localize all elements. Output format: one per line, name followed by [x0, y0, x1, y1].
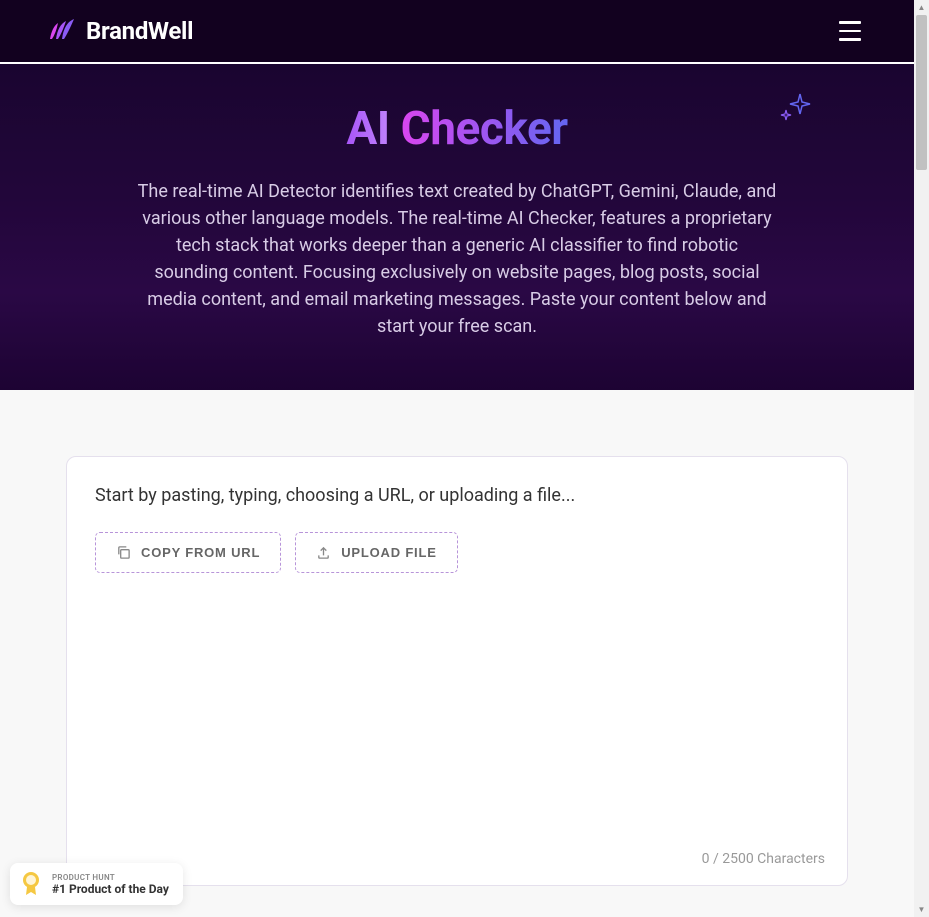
- scrollbar-thumb[interactable]: [916, 15, 927, 170]
- award-icon: [20, 871, 42, 897]
- character-count: 0 / 2500 Characters: [702, 851, 825, 867]
- logo[interactable]: BrandWell: [48, 17, 193, 45]
- badge-text: PRODUCT HUNT #1 Product of the Day: [52, 873, 169, 896]
- upload-label: UPLOAD FILE: [341, 545, 436, 560]
- badge-label: PRODUCT HUNT: [52, 873, 169, 882]
- copy-from-url-button[interactable]: COPY FROM URL: [95, 532, 281, 573]
- badge-title: #1 Product of the Day: [52, 882, 169, 896]
- title-ai: AI: [346, 102, 389, 156]
- product-hunt-badge[interactable]: PRODUCT HUNT #1 Product of the Day: [10, 863, 183, 905]
- brand-name: BrandWell: [86, 17, 193, 45]
- hamburger-menu-button[interactable]: [834, 15, 866, 47]
- input-placeholder: Start by pasting, typing, choosing a URL…: [95, 485, 819, 506]
- sparkle-icon: [778, 92, 814, 128]
- title-checker: Checker: [401, 102, 568, 156]
- hero-description: The real-time AI Detector identifies tex…: [137, 178, 777, 340]
- scroll-down-arrow[interactable]: ▼: [914, 902, 929, 917]
- main-content: Start by pasting, typing, choosing a URL…: [0, 390, 914, 886]
- upload-file-button[interactable]: UPLOAD FILE: [295, 532, 457, 573]
- header: BrandWell: [0, 0, 914, 62]
- brand-logo-icon: [48, 19, 76, 43]
- menu-icon: [839, 21, 861, 24]
- copy-url-label: COPY FROM URL: [141, 545, 260, 560]
- copy-icon: [116, 545, 131, 560]
- button-row: COPY FROM URL UPLOAD FILE: [95, 532, 819, 573]
- hero-section: AI Checker The real-time AI Detector ide…: [0, 62, 914, 390]
- scroll-up-arrow[interactable]: ▲: [914, 0, 929, 15]
- upload-icon: [316, 545, 331, 560]
- page-title: AI Checker: [48, 102, 866, 156]
- scrollbar[interactable]: ▲ ▼: [914, 0, 929, 917]
- input-card[interactable]: Start by pasting, typing, choosing a URL…: [66, 456, 848, 886]
